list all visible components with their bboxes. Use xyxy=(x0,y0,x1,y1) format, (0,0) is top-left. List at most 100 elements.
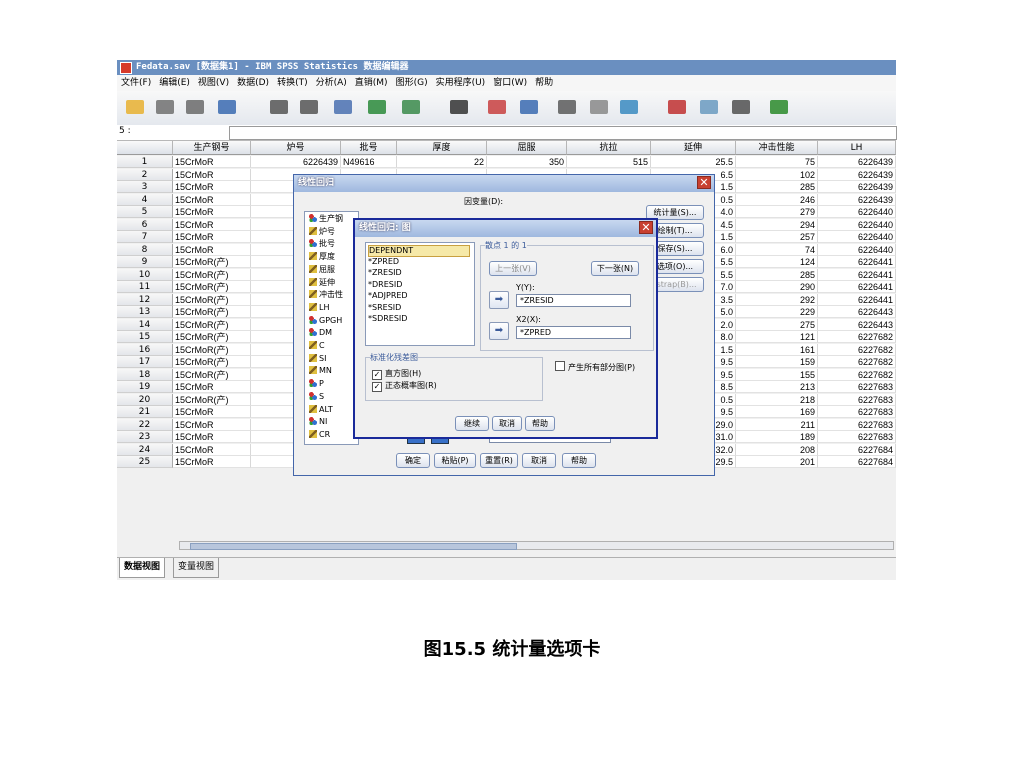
menu-item-4[interactable]: 转换(T) xyxy=(273,75,312,91)
variable-item[interactable]: DM xyxy=(309,328,332,338)
plot-variable-item[interactable]: *ZPRED xyxy=(368,257,399,267)
row-number[interactable]: 21 xyxy=(117,406,173,418)
table-cell[interactable]: 15CrMoR(产) xyxy=(173,306,251,318)
table-cell[interactable]: 6226439 xyxy=(251,156,341,168)
variable-item[interactable]: 批号 xyxy=(309,239,335,249)
variable-item[interactable]: C xyxy=(309,341,325,351)
table-cell[interactable]: 290 xyxy=(736,281,818,293)
variable-item[interactable]: ALT xyxy=(309,404,333,415)
row-number[interactable]: 11 xyxy=(117,281,173,293)
table-cell[interactable]: 15CrMoR(产) xyxy=(173,293,251,306)
corner-header[interactable] xyxy=(117,141,173,155)
weight-cases-icon[interactable] xyxy=(587,96,611,118)
variable-item[interactable]: CR xyxy=(309,429,330,440)
next-button[interactable]: 下一张(N) xyxy=(591,261,639,276)
table-cell[interactable]: 6227683 xyxy=(818,393,896,406)
column-header[interactable]: LH xyxy=(818,141,896,155)
table-cell[interactable]: 350 xyxy=(487,156,567,168)
row-number[interactable]: 1 xyxy=(117,156,173,168)
row-number[interactable]: 20 xyxy=(117,393,173,406)
variable-item[interactable]: 延伸 xyxy=(309,277,335,288)
open-folder-icon[interactable] xyxy=(123,96,147,118)
table-cell[interactable]: 6227684 xyxy=(818,443,896,456)
variable-item[interactable]: 屈服 xyxy=(309,264,335,275)
column-header[interactable]: 批号 xyxy=(341,141,397,155)
variable-list[interactable]: 生产钢 炉号 批号 厚度 屈服 延伸 冲击性 LH GPGH DM C SI MN P S ALT NI CR xyxy=(304,211,359,445)
undo-icon[interactable] xyxy=(267,96,291,118)
table-cell[interactable]: 15CrMoR(产) xyxy=(173,281,251,293)
table-cell[interactable]: 15CrMoR(产) xyxy=(173,256,251,268)
table-cell[interactable]: 6226439 xyxy=(818,156,896,168)
insert-cases-icon[interactable] xyxy=(485,96,509,118)
variable-item[interactable]: P xyxy=(309,379,324,389)
menu-item-8[interactable]: 实用程序(U) xyxy=(432,75,490,91)
variable-item[interactable]: 冲击性 xyxy=(309,290,343,300)
show-all-icon[interactable] xyxy=(729,96,753,118)
print-icon[interactable] xyxy=(183,96,207,118)
row-number[interactable]: 9 xyxy=(117,256,173,268)
table-cell[interactable]: 279 xyxy=(736,206,818,218)
table-cell[interactable]: 229 xyxy=(736,306,818,318)
value-labels-icon[interactable] xyxy=(665,96,689,118)
table-cell[interactable]: 15CrMoR(产) xyxy=(173,268,251,281)
plot-variable-item[interactable]: *ZRESID xyxy=(368,268,402,278)
variables-icon[interactable] xyxy=(399,96,423,118)
table-cell[interactable]: 15CrMoR xyxy=(173,418,251,431)
table-cell[interactable]: 6227684 xyxy=(818,456,896,468)
help-button[interactable]: 帮助 xyxy=(525,416,555,431)
row-number[interactable]: 6 xyxy=(117,218,173,231)
table-cell[interactable]: 15CrMoR xyxy=(173,206,251,218)
table-cell[interactable]: 169 xyxy=(736,406,818,418)
menu-item-7[interactable]: 图形(G) xyxy=(392,75,432,91)
use-sets-icon[interactable] xyxy=(697,96,721,118)
table-cell[interactable]: 6226441 xyxy=(818,281,896,293)
plot-variable-item[interactable]: *SDRESID xyxy=(368,314,407,324)
table-cell[interactable]: 161 xyxy=(736,343,818,356)
tab-variable-view[interactable]: 变量视图 xyxy=(173,558,220,578)
table-cell[interactable]: 15CrMoR(产) xyxy=(173,356,251,368)
select-cases-icon[interactable] xyxy=(617,96,641,118)
variable-item[interactable]: LH xyxy=(309,302,329,313)
column-header[interactable]: 厚度 xyxy=(397,141,487,155)
table-cell[interactable]: 6227682 xyxy=(818,343,896,356)
row-number[interactable]: 12 xyxy=(117,293,173,306)
column-header[interactable]: 生产钢号 xyxy=(173,141,251,155)
row-number[interactable]: 14 xyxy=(117,318,173,331)
table-cell[interactable]: 15CrMoR xyxy=(173,243,251,256)
table-cell[interactable]: 208 xyxy=(736,443,818,456)
menu-item-0[interactable]: 文件(F) xyxy=(117,75,155,91)
row-number[interactable]: 15 xyxy=(117,331,173,343)
table-cell[interactable]: 189 xyxy=(736,431,818,443)
column-header[interactable]: 抗拉 xyxy=(567,141,651,155)
table-cell[interactable]: 15CrMoR(产) xyxy=(173,318,251,331)
table-cell[interactable]: 292 xyxy=(736,293,818,306)
row-number[interactable]: 25 xyxy=(117,456,173,468)
table-cell[interactable]: 15CrMoR xyxy=(173,218,251,231)
row-number[interactable]: 8 xyxy=(117,243,173,256)
table-cell[interactable]: 159 xyxy=(736,356,818,368)
move-y-arrow-icon[interactable]: ➡ xyxy=(489,291,509,309)
table-cell[interactable]: 246 xyxy=(736,193,818,206)
table-cell[interactable]: 6226440 xyxy=(818,243,896,256)
variable-item[interactable]: MN xyxy=(309,366,332,376)
table-cell[interactable]: 25.5 xyxy=(651,156,736,168)
table-cell[interactable]: 15CrMoR xyxy=(173,231,251,243)
row-number[interactable]: 2 xyxy=(117,168,173,181)
column-header[interactable]: 冲击性能 xyxy=(736,141,818,155)
partial-plots-checkbox[interactable]: 产生所有部分图(P) xyxy=(555,361,635,373)
table-cell[interactable]: 15CrMoR xyxy=(173,168,251,181)
table-cell[interactable]: 201 xyxy=(736,456,818,468)
menu-item-9[interactable]: 窗口(W) xyxy=(489,75,531,91)
table-cell[interactable]: 285 xyxy=(736,181,818,193)
plot-variable-item[interactable]: *ADJPRED xyxy=(368,291,408,301)
table-cell[interactable]: 15CrMoR xyxy=(173,181,251,193)
table-cell[interactable]: 6226441 xyxy=(818,256,896,268)
table-cell[interactable]: 6227682 xyxy=(818,331,896,343)
table-cell[interactable]: 257 xyxy=(736,231,818,243)
table-cell[interactable]: 15CrMoR xyxy=(173,193,251,206)
table-cell[interactable]: 6226440 xyxy=(818,206,896,218)
table-cell[interactable]: 6226443 xyxy=(818,318,896,331)
table-cell[interactable]: 6226443 xyxy=(818,306,896,318)
table-cell[interactable]: 124 xyxy=(736,256,818,268)
horizontal-scrollbar[interactable] xyxy=(179,541,894,550)
